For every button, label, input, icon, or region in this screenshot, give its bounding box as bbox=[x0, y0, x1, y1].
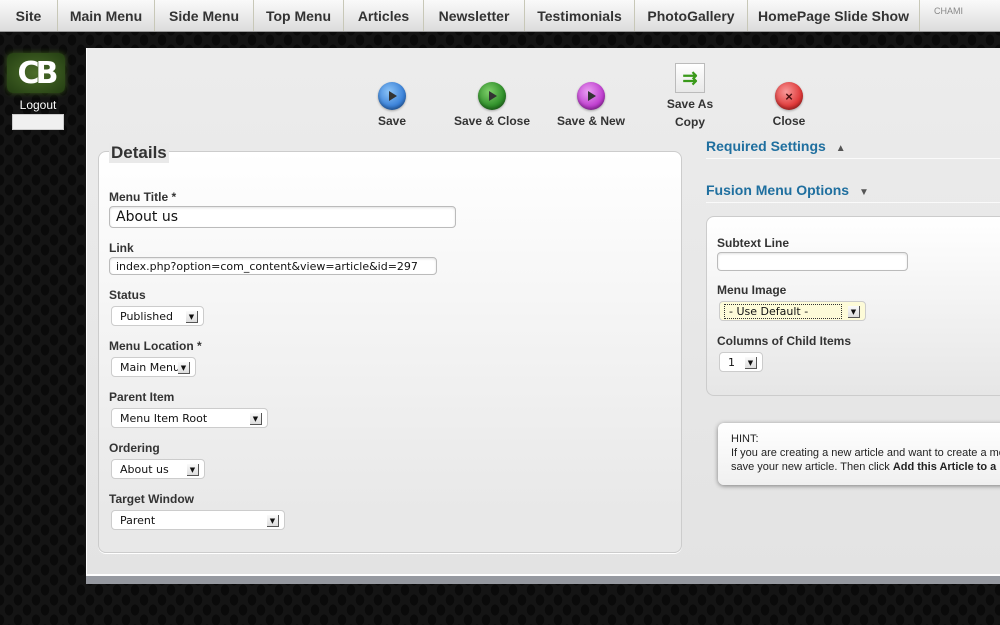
top-navigation: Site Main Menu Side Menu Top Menu Articl… bbox=[0, 0, 1000, 32]
menu-title-label: Menu Title * bbox=[109, 190, 177, 204]
ordering-value: About us bbox=[120, 462, 169, 476]
ordering-select[interactable]: About us ▼ bbox=[111, 459, 205, 479]
nav-item-side-menu[interactable]: Side Menu bbox=[155, 0, 254, 31]
save-close-label: Save & Close bbox=[453, 114, 531, 128]
hint-title: HINT: bbox=[731, 433, 759, 445]
nav-item-testimonials[interactable]: Testimonials bbox=[525, 0, 635, 31]
hint-add-article-text: Add this Article to a bbox=[892, 461, 997, 473]
logo-icon: CB bbox=[7, 53, 65, 93]
nav-item-photogallery[interactable]: PhotoGallery bbox=[635, 0, 748, 31]
dropdown-arrow-icon: ▼ bbox=[267, 515, 279, 527]
nav-item-articles[interactable]: Articles bbox=[344, 0, 424, 31]
link-input[interactable]: index.php?option=com_content&view=articl… bbox=[109, 257, 437, 275]
hint-line-1: If you are creating a new article and wa… bbox=[731, 447, 1000, 459]
status-value: Published bbox=[120, 309, 173, 323]
fusion-menu-options-label: Fusion Menu Options bbox=[706, 182, 850, 198]
close-button[interactable]: × Close bbox=[761, 82, 817, 128]
target-window-select[interactable]: Parent ▼ bbox=[111, 510, 285, 530]
save-label: Save bbox=[377, 114, 407, 128]
details-legend: Details bbox=[109, 143, 169, 163]
dropdown-arrow-icon: ▼ bbox=[848, 306, 860, 318]
close-icon: × bbox=[775, 82, 803, 110]
copy-document-icon: ⇉ bbox=[675, 63, 705, 93]
main-panel-footer bbox=[86, 574, 1000, 584]
save-as-copy-button[interactable]: ⇉ Save As Copy bbox=[657, 63, 723, 131]
nav-item-main-menu[interactable]: Main Menu bbox=[58, 0, 155, 31]
columns-select[interactable]: 1 ▼ bbox=[719, 352, 763, 372]
hint-box: HINT: If you are creating a new article … bbox=[718, 423, 1000, 485]
required-settings-label: Required Settings bbox=[706, 138, 826, 154]
dropdown-arrow-icon: ▼ bbox=[745, 357, 757, 369]
target-window-label: Target Window bbox=[109, 492, 194, 506]
caret-up-icon: ▲ bbox=[835, 143, 846, 154]
menu-title-input[interactable]: About us bbox=[109, 206, 456, 228]
brand-text: CHAMI bbox=[934, 6, 963, 16]
menu-image-select[interactable]: - Use Default - ▼ bbox=[719, 301, 866, 321]
play-icon bbox=[378, 82, 406, 110]
divider bbox=[706, 158, 1000, 159]
caret-down-icon: ▼ bbox=[859, 187, 869, 198]
toolbar: Save Save & Close Save & New ⇉ Save As C… bbox=[87, 48, 1000, 138]
nav-item-site[interactable]: Site bbox=[0, 0, 58, 31]
status-label: Status bbox=[109, 288, 146, 302]
menu-image-label: Menu Image bbox=[717, 283, 787, 297]
divider bbox=[706, 202, 1000, 203]
status-select[interactable]: Published ▼ bbox=[111, 306, 204, 326]
play-icon bbox=[577, 82, 605, 110]
hint-line-2: save your new article. Then click Add th… bbox=[731, 460, 1000, 474]
required-settings-toggle[interactable]: Required Settings ▲ bbox=[706, 138, 846, 154]
save-new-button[interactable]: Save & New bbox=[551, 82, 631, 128]
save-new-label: Save & New bbox=[556, 114, 626, 128]
nav-item-newsletter[interactable]: Newsletter bbox=[424, 0, 525, 31]
parent-item-select[interactable]: Menu Item Root ▼ bbox=[111, 408, 268, 428]
subtext-line-label: Subtext Line bbox=[717, 236, 790, 250]
columns-value: 1 bbox=[728, 355, 735, 369]
subtext-line-input[interactable] bbox=[717, 252, 908, 271]
logout-input[interactable] bbox=[12, 114, 64, 130]
menu-location-value: Main Menu bbox=[120, 360, 180, 374]
dropdown-arrow-icon: ▼ bbox=[187, 464, 199, 476]
dropdown-arrow-icon: ▼ bbox=[186, 311, 198, 323]
hint-line-2-text: save your new article. Then click bbox=[731, 461, 893, 473]
nav-item-top-menu[interactable]: Top Menu bbox=[254, 0, 344, 31]
close-label: Close bbox=[772, 114, 806, 128]
link-label: Link bbox=[109, 241, 134, 255]
dropdown-arrow-icon: ▼ bbox=[178, 362, 190, 374]
ordering-label: Ordering bbox=[109, 441, 160, 455]
logout-link[interactable]: Logout bbox=[0, 98, 76, 112]
dropdown-arrow-icon: ▼ bbox=[250, 413, 262, 425]
columns-label: Columns of Child Items bbox=[717, 334, 852, 348]
menu-location-select[interactable]: Main Menu ▼ bbox=[111, 357, 196, 377]
menu-location-label: Menu Location * bbox=[109, 339, 202, 353]
fusion-menu-options-toggle[interactable]: Fusion Menu Options ▼ bbox=[706, 182, 869, 198]
save-as-copy-label-2: Copy bbox=[675, 115, 705, 129]
save-close-button[interactable]: Save & Close bbox=[449, 82, 535, 128]
save-button[interactable]: Save bbox=[362, 82, 422, 128]
nav-item-homepage-slide-show[interactable]: HomePage Slide Show bbox=[748, 0, 920, 31]
save-as-copy-label-1: Save As bbox=[666, 97, 714, 111]
parent-item-label: Parent Item bbox=[109, 390, 175, 404]
menu-image-value: - Use Default - bbox=[724, 303, 842, 319]
parent-item-value: Menu Item Root bbox=[120, 411, 208, 425]
main-panel: Save Save & Close Save & New ⇉ Save As C… bbox=[86, 48, 1000, 574]
play-icon bbox=[478, 82, 506, 110]
target-window-value: Parent bbox=[120, 513, 156, 527]
